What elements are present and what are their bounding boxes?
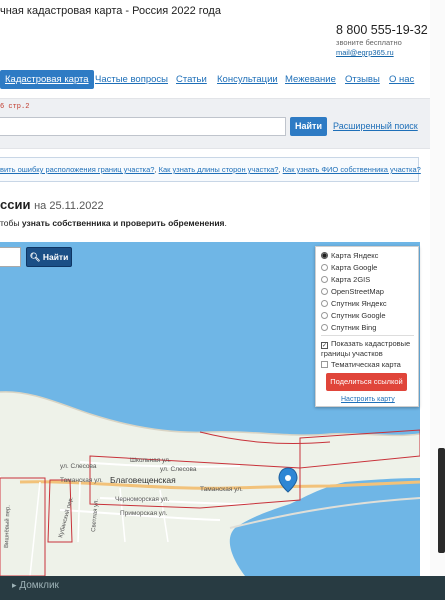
footer-brand-label: Домклик [19,580,59,591]
nav-item-surveying[interactable]: Межевание [285,70,336,89]
subtitle-suffix: . [224,218,227,228]
advanced-search-link[interactable]: Расширенный поиск [333,121,418,131]
nav-item-cadastral-map[interactable]: Кадастровая карта [0,70,94,89]
option-label: Показать кадастровые границы участков [321,339,411,358]
faq-link-owner-name[interactable]: Как узнать ФИО собственника участка? [283,165,421,174]
layer-option-google-satellite[interactable]: Спутник Google [321,311,386,320]
phone-number[interactable]: 8 800 555-19-32 [336,23,428,37]
layer-option-google-map[interactable]: Карта Google [321,263,377,272]
search-input[interactable] [0,117,286,136]
radio-icon [321,312,328,319]
radio-icon [321,252,328,259]
layer-option-yandex-satellite[interactable]: Спутник Яндекс [321,299,387,308]
nav-item-articles[interactable]: Статьи [176,70,207,89]
option-label: Тематическая карта [331,360,401,369]
checkbox-icon: ✓ [321,342,328,349]
main-nav: Кадастровая карта Частые вопросы Статьи … [0,70,445,89]
divider [321,335,414,336]
email-link[interactable]: mail@egrp365.ru [336,48,394,57]
checkbox-icon [321,361,328,368]
street-label: Приморская ул. [120,510,168,517]
option-thematic-map[interactable]: Тематическая карта [321,360,401,369]
nav-item-reviews[interactable]: Отзывы [345,70,380,89]
layer-option-openstreetmap[interactable]: OpenStreetMap [321,287,384,296]
layer-label: OpenStreetMap [331,287,384,296]
radio-icon [321,288,328,295]
search-button[interactable]: Найти [290,117,327,136]
option-cadastral-boundaries[interactable]: ✓ Показать кадастровые границы участков [321,339,413,358]
phone-note: звоните бесплатно [336,38,402,47]
page-date: на 25.11.2022 [34,200,104,212]
faq-link-side-lengths[interactable]: Как узнать длины сторон участка? [159,165,279,174]
breadcrumb: 6 стр.2 [0,103,30,111]
nav-item-consultations[interactable]: Консультации [217,70,278,89]
radio-icon [321,300,328,307]
radio-icon [321,264,328,271]
page-subtitle: тобы узнать собственника и проверить обр… [0,218,227,228]
layer-label: Карта 2GIS [331,275,371,284]
street-label: Таманская ул. [200,486,243,493]
map-layers-panel: Карта Яндекс Карта Google Карта 2GIS Ope… [315,246,419,407]
map-search-button[interactable]: 🔍︎ Найти [26,247,72,267]
layer-label: Спутник Яндекс [331,299,387,308]
search-icon: 🔍︎ [29,252,41,262]
layer-label: Спутник Google [331,311,386,320]
share-link-button[interactable]: Поделиться ссылкой [326,373,407,391]
nav-item-about[interactable]: О нас [389,70,414,89]
street-label: Черноморская ул. [115,496,170,503]
footer-bar [0,576,445,600]
layer-option-2gis-map[interactable]: Карта 2GIS [321,275,370,284]
layer-label: Карта Google [331,263,378,272]
page-title: ссии на 25.11.2022 [0,197,104,212]
nav-item-faq[interactable]: Частые вопросы [95,70,168,89]
subtitle-prefix: тобы [0,218,22,228]
map-search-input[interactable] [0,247,21,267]
site-title: чная кадастровая карта - Россия 2022 год… [0,5,221,17]
faq-links: вить ошибку расположения границ участка?… [0,165,421,174]
setup-map-link[interactable]: Настроить карту [341,396,395,403]
subtitle-bold: узнать собственника и проверить обремене… [21,218,225,228]
page-title-text: ссии [0,197,31,212]
layer-option-bing-satellite[interactable]: Спутник Bing [321,323,376,332]
footer-brand[interactable]: ▸ Домклик [12,580,59,591]
town-label: Благовещенская [110,475,176,485]
layer-label: Карта Яндекс [331,251,379,260]
layer-label: Спутник Bing [331,323,377,332]
domclick-logo-icon: ▸ [12,580,17,590]
layer-option-yandex-map[interactable]: Карта Яндекс [321,251,378,260]
street-label: ул. Слесова [160,466,197,473]
scrollbar-thumb[interactable] [438,448,445,553]
street-label: ул. Слесова [60,463,97,470]
map-search-label: Найти [42,252,69,262]
radio-icon [321,276,328,283]
faq-link-boundary-error[interactable]: вить ошибку расположения границ участка? [0,165,154,174]
street-label: Таманская ул. [60,477,103,484]
radio-icon [321,324,328,331]
street-label: Школьная ул. [130,457,171,464]
